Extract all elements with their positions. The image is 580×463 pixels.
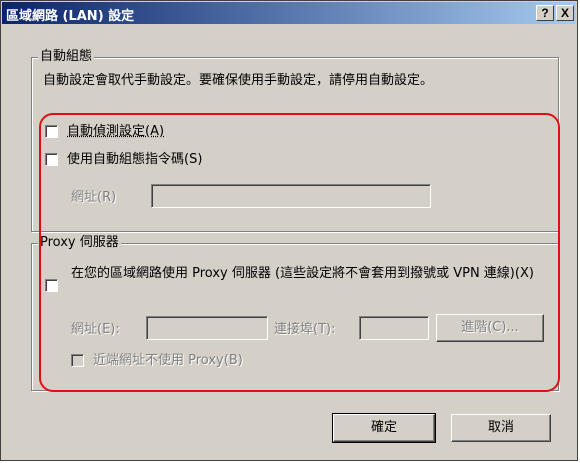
proxy-port-input[interactable] — [359, 316, 429, 340]
proxy-address-label: 網址(E): — [71, 322, 120, 337]
title-bar: 區域網路 (LAN) 設定 ? X — [2, 2, 576, 24]
lan-settings-dialog: 區域網路 (LAN) 設定 ? X 自動組態 自動設定會取代手動設定。要確保使用… — [0, 0, 578, 461]
bypass-local-checkbox[interactable] — [71, 354, 84, 367]
advanced-button[interactable]: 進階(C)... — [436, 314, 544, 342]
bypass-local-label: 近端網址不使用 Proxy(B) — [93, 353, 243, 368]
use-proxy-label[interactable]: 在您的區域網路使用 Proxy 伺服器 (這些設定將不會套用到撥號或 VPN 連… — [71, 266, 541, 281]
use-proxy-checkbox[interactable] — [45, 279, 58, 292]
proxy-address-input[interactable] — [146, 316, 268, 340]
auto-config-group-label: 自動組態 — [38, 49, 95, 64]
help-button[interactable]: ? — [536, 5, 554, 21]
auto-script-checkbox[interactable] — [45, 153, 58, 166]
script-address-label: 網址(R) — [71, 190, 117, 205]
auto-detect-checkbox[interactable] — [45, 125, 58, 138]
auto-script-label[interactable]: 使用自動組態指令碼(S) — [67, 152, 202, 167]
ok-button[interactable]: 確定 — [332, 413, 436, 443]
auto-detect-label[interactable]: 自動偵測設定(A) — [67, 124, 164, 139]
script-address-input[interactable] — [151, 184, 431, 208]
cancel-button[interactable]: 取消 — [451, 414, 551, 442]
dialog-title: 區域網路 (LAN) 設定 — [6, 9, 135, 24]
close-button[interactable]: X — [556, 5, 574, 21]
auto-config-description: 自動設定會取代手動設定。要確保使用手動設定，請停用自動設定。 — [43, 73, 434, 88]
proxy-group-label: Proxy 伺服器 — [38, 235, 121, 250]
proxy-port-label: 連接埠(T): — [274, 322, 336, 337]
